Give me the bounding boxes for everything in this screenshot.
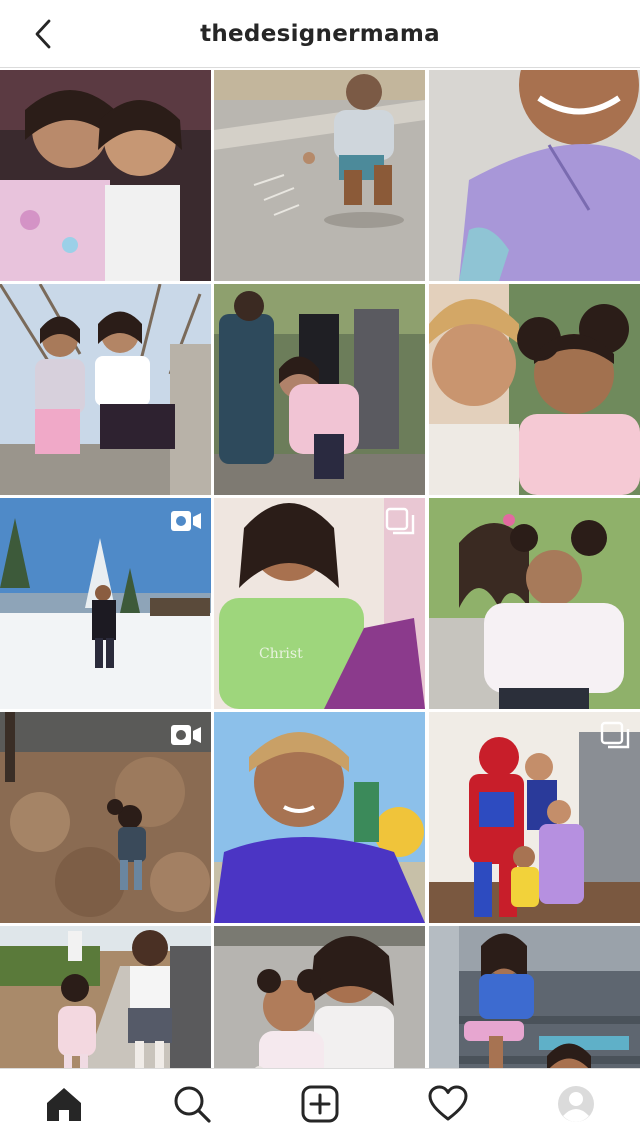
grid-post[interactable] — [214, 926, 425, 1068]
heart-icon — [428, 1085, 468, 1121]
post-thumbnail — [214, 926, 425, 1068]
grid-post[interactable] — [429, 498, 640, 709]
new-post-icon — [301, 1085, 339, 1123]
search-icon — [174, 1086, 211, 1123]
grid-post[interactable] — [214, 712, 425, 923]
video-camera-icon — [171, 725, 201, 745]
post-thumbnail — [429, 70, 640, 281]
post-thumbnail — [0, 926, 211, 1068]
svg-text:Christ: Christ — [259, 646, 303, 662]
post-thumbnail — [214, 284, 425, 495]
video-camera-icon — [171, 511, 201, 531]
post-thumbnail — [0, 70, 211, 281]
grid-post[interactable] — [0, 70, 211, 281]
profile-username-title: thedesignermama — [200, 21, 440, 47]
post-thumbnail — [429, 284, 640, 495]
grid-post[interactable] — [0, 712, 211, 923]
post-thumbnail — [0, 284, 211, 495]
grid-post[interactable] — [214, 284, 425, 495]
grid-post[interactable] — [0, 498, 211, 709]
grid-post[interactable] — [0, 926, 211, 1068]
grid-post[interactable]: Christ — [214, 498, 425, 709]
multiple-photos-icon — [600, 721, 630, 749]
grid-post[interactable] — [429, 284, 640, 495]
tab-profile[interactable] — [512, 1069, 640, 1139]
multiple-photos-icon — [385, 507, 415, 535]
post-thumbnail — [429, 926, 640, 1068]
post-thumbnail — [429, 498, 640, 709]
grid-post[interactable] — [429, 712, 640, 923]
grid-post[interactable] — [0, 284, 211, 495]
post-thumbnail — [214, 712, 425, 923]
tab-home[interactable] — [0, 1069, 128, 1139]
tab-new-post[interactable] — [256, 1069, 384, 1139]
tab-search[interactable] — [128, 1069, 256, 1139]
home-icon — [47, 1088, 81, 1121]
grid-post[interactable] — [429, 926, 640, 1068]
bottom-tab-bar — [0, 1068, 640, 1138]
grid-post[interactable] — [214, 70, 425, 281]
top-bar: thedesignermama — [0, 0, 640, 68]
profile-avatar-icon — [558, 1086, 594, 1122]
post-thumbnail — [214, 70, 425, 281]
tab-activity[interactable] — [384, 1069, 512, 1139]
photo-grid: Christ — [0, 70, 640, 1068]
grid-post[interactable] — [429, 70, 640, 281]
